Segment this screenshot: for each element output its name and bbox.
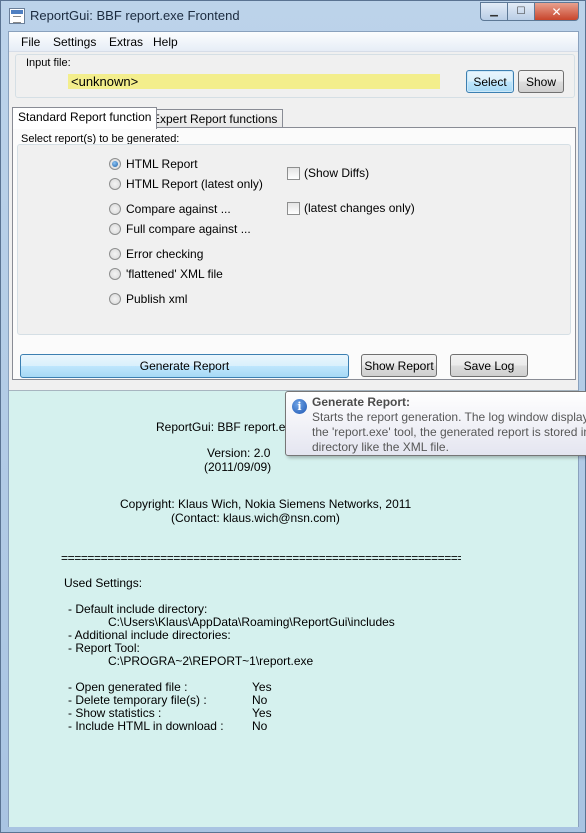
- select-button[interactable]: Select: [466, 70, 514, 93]
- window-controls: ▁ ☐ ✕: [480, 2, 579, 21]
- app-window: ReportGui: BBF report.exe Frontend ▁ ☐ ✕…: [0, 0, 586, 833]
- radio-publish-xml[interactable]: Publish xml: [109, 292, 187, 306]
- log-separator: ========================================…: [61, 551, 461, 565]
- menu-file[interactable]: File: [21, 35, 40, 49]
- app-window-icon[interactable]: [9, 8, 25, 24]
- checkbox-indicator-icon: [287, 166, 300, 180]
- log-setting-value: No: [252, 719, 268, 733]
- radio-html-report[interactable]: HTML Report: [109, 157, 198, 171]
- log-contact: (Contact: klaus.wich@nsn.com): [171, 511, 340, 525]
- menu-extras[interactable]: Extras: [109, 35, 143, 49]
- log-setting-label: - Show statistics :: [68, 706, 162, 720]
- menu-bar: File Settings Extras Help: [9, 32, 578, 52]
- info-icon: i: [292, 399, 307, 414]
- log-setting-value: Yes: [252, 680, 272, 694]
- radio-indicator-icon: [109, 223, 121, 235]
- radio-compare-against[interactable]: Compare against ...: [109, 202, 231, 216]
- checkbox-indicator-icon: [287, 201, 300, 215]
- log-setting-value: Yes: [252, 706, 272, 720]
- log-default-include-label: - Default include directory:: [68, 602, 208, 616]
- radio-indicator-icon: [109, 178, 121, 190]
- title-bar[interactable]: ReportGui: BBF report.exe Frontend ▁ ☐ ✕: [1, 1, 585, 31]
- maximize-icon[interactable]: ☐: [507, 2, 534, 21]
- log-report-tool-label: - Report Tool:: [68, 641, 140, 655]
- show-button[interactable]: Show: [518, 70, 564, 93]
- radio-full-compare[interactable]: Full compare against ...: [109, 222, 251, 236]
- log-setting-label: - Delete temporary file(s) :: [68, 693, 207, 707]
- input-file-field[interactable]: <unknown>: [68, 74, 440, 89]
- generate-report-button[interactable]: Generate Report: [20, 354, 349, 378]
- generate-report-tooltip: i Generate Report: Starts the report gen…: [285, 391, 586, 456]
- log-copyright: Copyright: Klaus Wich, Nokia Siemens Net…: [120, 497, 412, 511]
- radio-flattened-xml[interactable]: 'flattened' XML file: [109, 267, 223, 281]
- radio-indicator-icon: [109, 158, 121, 170]
- radio-error-checking[interactable]: Error checking: [109, 247, 203, 261]
- radio-indicator-icon: [109, 203, 121, 215]
- log-setting-label: - Open generated file :: [68, 680, 188, 694]
- log-setting-label: - Include HTML in download :: [68, 719, 224, 733]
- save-log-button[interactable]: Save Log: [450, 354, 528, 377]
- tab-standard-report[interactable]: Standard Report function: [12, 107, 158, 129]
- show-report-button[interactable]: Show Report: [361, 354, 437, 377]
- checkbox-show-diffs[interactable]: (Show Diffs): [287, 166, 369, 180]
- log-additional-include-label: - Additional include directories:: [68, 628, 231, 642]
- tooltip-line: the 'report.exe' tool, the generated rep…: [312, 425, 586, 439]
- minimize-icon[interactable]: ▁: [480, 2, 507, 21]
- log-used-settings: Used Settings:: [64, 576, 143, 590]
- window-title: ReportGui: BBF report.exe Frontend: [30, 8, 240, 23]
- radio-html-report-latest[interactable]: HTML Report (latest only): [109, 177, 263, 191]
- input-file-group: Input file: <unknown> Select Show: [15, 54, 575, 98]
- radio-indicator-icon: [109, 248, 121, 260]
- menu-settings[interactable]: Settings: [53, 35, 96, 49]
- tooltip-line: Starts the report generation. The log wi…: [312, 410, 586, 424]
- log-default-include-value: C:\Users\Klaus\AppData\Roaming\ReportGui…: [108, 615, 395, 629]
- tab-expert-report[interactable]: Expert Report functions: [146, 109, 284, 129]
- radio-indicator-icon: [109, 293, 121, 305]
- checkbox-latest-changes[interactable]: (latest changes only): [287, 201, 415, 215]
- tooltip-line: directory like the XML file.: [312, 440, 449, 454]
- menu-help[interactable]: Help: [153, 35, 178, 49]
- log-report-tool-value: C:\PROGRA~2\REPORT~1\report.exe: [108, 654, 314, 668]
- log-date: (2011/09/09): [204, 460, 272, 474]
- log-setting-value: No: [252, 693, 268, 707]
- log-version: Version: 2.0: [207, 446, 271, 460]
- input-file-label: Input file:: [24, 57, 73, 69]
- reports-group: HTML Report HTML Report (latest only) Co…: [17, 144, 571, 335]
- standard-report-panel: Select report(s) to be generated: HTML R…: [12, 127, 576, 380]
- close-icon[interactable]: ✕: [534, 2, 579, 21]
- radio-indicator-icon: [109, 268, 121, 280]
- tooltip-title: Generate Report:: [312, 395, 411, 409]
